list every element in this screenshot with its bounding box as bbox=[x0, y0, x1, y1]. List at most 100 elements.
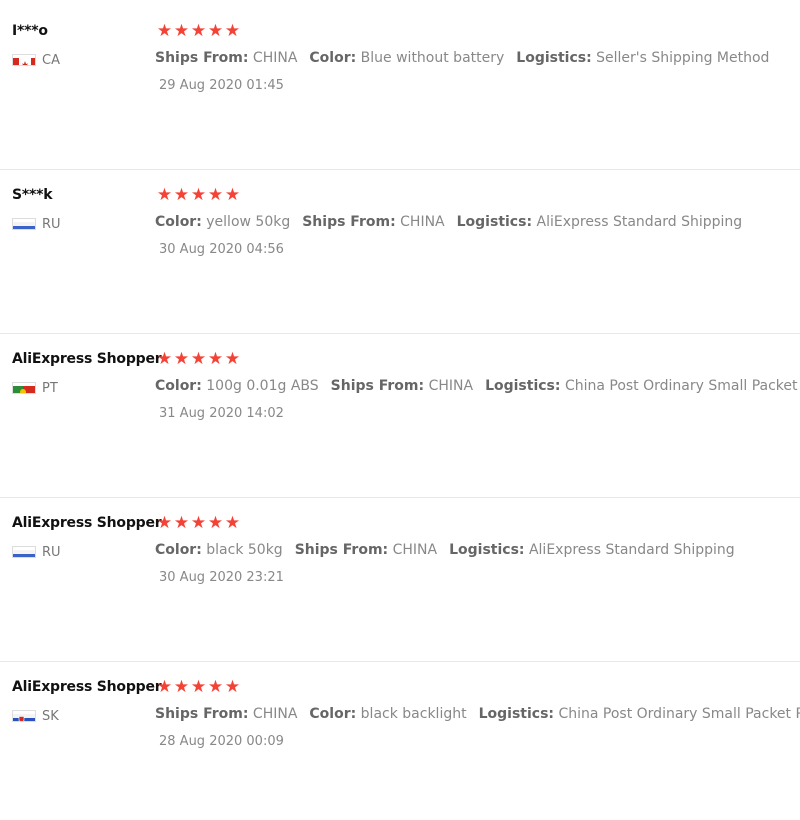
reviewer-name: AliExpress Shopper bbox=[12, 351, 162, 367]
order-attributes: Ships From: CHINA Color: black backlight L… bbox=[155, 706, 800, 722]
order-attribute: Ships From: CHINA bbox=[295, 542, 437, 558]
reviewer-country: SK bbox=[12, 708, 59, 724]
order-attribute: Color: 100g 0.01g ABS bbox=[155, 378, 319, 394]
attribute-label: Color: bbox=[155, 378, 202, 394]
review-item: I***o CA ★ ★ ★ ★ ★ Ships From: CHINA Color: Blue… bbox=[0, 0, 800, 164]
star-icon: ★ bbox=[207, 513, 224, 533]
attribute-label: Color: bbox=[309, 50, 357, 66]
reviewer-country: RU bbox=[12, 544, 61, 560]
slovakia-flag-icon bbox=[12, 710, 36, 722]
star-icon: ★ bbox=[190, 513, 207, 533]
attribute-label: Color: bbox=[155, 214, 202, 230]
order-attribute: Color: yellow 50kg bbox=[155, 214, 290, 230]
order-attribute: Color: Blue without battery bbox=[309, 50, 504, 66]
order-attributes: Color: black 50kg Ships From: CHINA Logist… bbox=[155, 542, 747, 558]
star-icon: ★ bbox=[190, 185, 207, 205]
star-icon: ★ bbox=[173, 513, 190, 533]
star-icon: ★ bbox=[224, 21, 241, 41]
canada-flag-icon bbox=[12, 54, 36, 66]
russia-flag-icon bbox=[12, 546, 36, 558]
star-icon: ★ bbox=[224, 349, 241, 369]
review-date: 30 Aug 2020 04:56 bbox=[159, 242, 284, 257]
order-attribute: Ships From: CHINA bbox=[302, 214, 444, 230]
attribute-label: Ships From: bbox=[302, 214, 396, 230]
attribute-value: China Post Ordinary Small Packet Plus bbox=[564, 378, 800, 394]
star-icon: ★ bbox=[190, 349, 207, 369]
star-icon: ★ bbox=[156, 185, 173, 205]
attribute-label: Logistics: bbox=[449, 542, 525, 558]
attribute-value: CHINA bbox=[428, 378, 474, 394]
russia-flag-icon bbox=[12, 218, 36, 230]
order-attribute: Logistics: AliExpress Standard Shipping bbox=[457, 214, 743, 230]
attribute-label: Ships From: bbox=[330, 378, 425, 394]
review-item: S***k RU ★ ★ ★ ★ ★ Color: yellow 50kg Ships From… bbox=[0, 164, 800, 328]
attribute-value: black backlight bbox=[360, 706, 467, 722]
star-rating: ★ ★ ★ ★ ★ bbox=[156, 679, 241, 696]
star-icon: ★ bbox=[156, 677, 173, 697]
attribute-value: CHINA bbox=[392, 542, 438, 558]
star-icon: ★ bbox=[173, 21, 190, 41]
order-attribute: Logistics: Seller's Shipping Method bbox=[516, 50, 769, 66]
attribute-value: CHINA bbox=[400, 214, 445, 230]
star-icon: ★ bbox=[190, 21, 207, 41]
order-attribute: Logistics: China Post Ordinary Small Pac… bbox=[479, 706, 800, 722]
country-code: SK bbox=[42, 708, 59, 724]
review-date: 29 Aug 2020 01:45 bbox=[159, 78, 284, 93]
attribute-label: Logistics: bbox=[478, 706, 555, 722]
reviewer-country: PT bbox=[12, 380, 58, 396]
star-icon: ★ bbox=[156, 21, 173, 41]
portugal-flag-icon bbox=[12, 382, 36, 394]
reviewer-country: RU bbox=[12, 216, 61, 232]
reviewer-name: AliExpress Shopper bbox=[12, 679, 162, 695]
attribute-value: CHINA bbox=[252, 706, 298, 722]
review-list: I***o CA ★ ★ ★ ★ ★ Ships From: CHINA Color: Blue… bbox=[0, 0, 800, 800]
review-item: AliExpress Shopper PT ★ ★ ★ ★ ★ Color: 100g 0.0… bbox=[0, 328, 800, 492]
star-rating: ★ ★ ★ ★ ★ bbox=[156, 187, 241, 204]
order-attributes: Ships From: CHINA Color: Blue without bat… bbox=[155, 50, 781, 66]
star-rating: ★ ★ ★ ★ ★ bbox=[156, 23, 241, 40]
star-icon: ★ bbox=[173, 677, 190, 697]
order-attributes: Color: yellow 50kg Ships From: CHINA Logis… bbox=[155, 214, 754, 230]
star-icon: ★ bbox=[207, 677, 224, 697]
country-code: RU bbox=[42, 216, 61, 232]
review-item: AliExpress Shopper RU ★ ★ ★ ★ ★ Color: black 50… bbox=[0, 492, 800, 656]
star-icon: ★ bbox=[207, 21, 224, 41]
star-icon: ★ bbox=[156, 513, 173, 533]
attribute-value: Seller's Shipping Method bbox=[596, 50, 770, 66]
review-date: 31 Aug 2020 14:02 bbox=[159, 406, 284, 421]
attribute-value: yellow 50kg bbox=[206, 214, 291, 230]
star-icon: ★ bbox=[207, 185, 224, 205]
country-code: RU bbox=[42, 544, 61, 560]
attribute-value: CHINA bbox=[252, 50, 298, 66]
reviewer-name: AliExpress Shopper bbox=[12, 515, 162, 531]
order-attribute: Color: black backlight bbox=[309, 706, 466, 722]
star-rating: ★ ★ ★ ★ ★ bbox=[156, 515, 241, 532]
attribute-value: China Post Ordinary Small Packet Plus bbox=[558, 706, 800, 722]
attribute-value: 100g 0.01g ABS bbox=[206, 378, 319, 394]
reviewer-name: S***k bbox=[12, 187, 53, 203]
reviewer-country: CA bbox=[12, 52, 60, 68]
attribute-label: Ships From: bbox=[155, 706, 249, 722]
attribute-value: AliExpress Standard Shipping bbox=[536, 214, 743, 230]
star-rating: ★ ★ ★ ★ ★ bbox=[156, 351, 241, 368]
attribute-label: Color: bbox=[309, 706, 357, 722]
review-date: 28 Aug 2020 00:09 bbox=[159, 734, 284, 749]
order-attribute: Ships From: CHINA bbox=[155, 706, 297, 722]
order-attribute: Ships From: CHINA bbox=[155, 50, 297, 66]
star-icon: ★ bbox=[224, 185, 241, 205]
attribute-label: Ships From: bbox=[155, 50, 249, 66]
review-item: AliExpress Shopper SK ★ ★ ★ ★ ★ Ships From: CHI… bbox=[0, 656, 800, 820]
country-code: CA bbox=[42, 52, 60, 68]
attribute-value: black 50kg bbox=[206, 542, 283, 558]
country-code: PT bbox=[42, 380, 58, 396]
review-date: 30 Aug 2020 23:21 bbox=[159, 570, 284, 585]
attribute-label: Ships From: bbox=[294, 542, 389, 558]
order-attribute: Logistics: China Post Ordinary Small Pac… bbox=[485, 378, 800, 394]
attribute-label: Logistics: bbox=[456, 214, 533, 230]
star-icon: ★ bbox=[173, 349, 190, 369]
star-icon: ★ bbox=[190, 677, 207, 697]
order-attributes: Color: 100g 0.01g ABS Ships From: CHINA Lo… bbox=[155, 378, 800, 394]
order-attribute: Logistics: AliExpress Standard Shipping bbox=[449, 542, 735, 558]
star-icon: ★ bbox=[224, 513, 241, 533]
attribute-value: AliExpress Standard Shipping bbox=[528, 542, 735, 558]
